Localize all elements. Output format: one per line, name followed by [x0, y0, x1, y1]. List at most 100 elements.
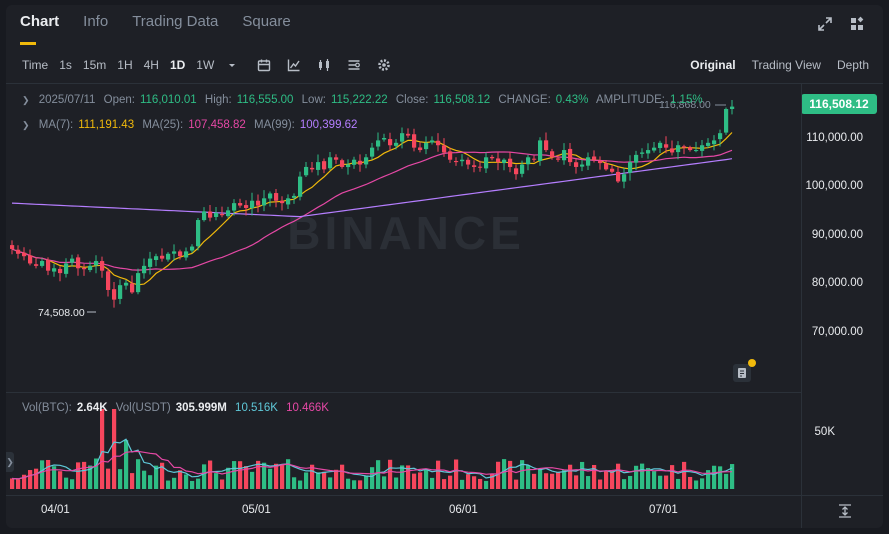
candle-body: [478, 166, 483, 168]
volume-bar: [580, 461, 585, 489]
volume-bar: [268, 468, 273, 489]
volume-bar: [652, 471, 657, 489]
candle-body: [694, 150, 699, 152]
volume-bar: [664, 475, 669, 489]
candle-body: [646, 150, 651, 154]
volume-bar: [304, 472, 309, 489]
candle-body: [94, 261, 99, 266]
volume-bar: [214, 473, 219, 489]
candle-body: [706, 142, 711, 146]
change-label: CHANGE:: [498, 94, 551, 106]
volume-bar: [700, 478, 705, 489]
candle-body: [160, 255, 165, 259]
candle-body: [502, 159, 507, 164]
candle-body: [268, 193, 273, 199]
volume-bar: [640, 463, 645, 489]
volume-bar: [82, 461, 87, 489]
candle-body: [664, 144, 669, 148]
vol-btc-value: 2.64K: [76, 402, 108, 414]
volume-bar: [196, 478, 201, 489]
high-value: 116,555.00: [236, 94, 294, 106]
volume-bar: [538, 469, 543, 489]
price-axis-label: 90,000.00: [811, 229, 863, 241]
candle-body: [232, 203, 237, 211]
volume-bar: [298, 480, 303, 489]
close-value: 116,508.12: [433, 94, 491, 106]
candle-body: [118, 285, 123, 299]
ma-collapse-chevron-icon[interactable]: ❯: [22, 120, 30, 130]
candle-body: [226, 210, 231, 217]
volume-bar: [730, 464, 735, 489]
open-value: 116,010.01: [139, 94, 197, 106]
volume-bar: [514, 479, 519, 489]
volume-bar: [16, 479, 21, 489]
candle-body: [142, 265, 147, 274]
candle-body: [418, 147, 423, 151]
candle-body: [688, 147, 693, 151]
price-axis-label: 80,000.00: [811, 277, 863, 289]
volume-bar: [172, 477, 177, 489]
volume-bar: [418, 472, 423, 489]
volume-bar: [250, 471, 255, 489]
candle-body: [130, 283, 135, 293]
volume-bar: [646, 468, 651, 489]
pane-divider: [6, 392, 801, 393]
fit-to-screen-icon[interactable]: [838, 504, 852, 518]
candle-body: [244, 205, 249, 208]
candle-body: [40, 261, 45, 266]
candle-body: [526, 157, 531, 165]
ma25-value: 107,458.82: [188, 119, 246, 131]
candle-body: [616, 171, 621, 182]
candle-body: [544, 140, 549, 151]
ma-info: ❯ MA(7): 111,191.43 MA(25): 107,458.82 MA(…: [22, 119, 362, 131]
candle-body: [334, 157, 339, 160]
ohlc-info: ❯ 2025/07/11 Open: 116,010.01 High: 116,55…: [22, 94, 708, 106]
volume-bar: [28, 470, 33, 489]
candle-body: [682, 146, 687, 148]
price-axis-divider: [801, 84, 802, 528]
volume-bar: [100, 409, 105, 489]
candle-body: [46, 259, 51, 271]
candle-body: [442, 145, 447, 153]
vol-ma2-value: 10.466K: [286, 402, 329, 414]
date-axis-divider: [6, 495, 883, 496]
volume-bar: [202, 464, 207, 489]
collapse-chevron-icon[interactable]: ❯: [22, 95, 30, 105]
candle-body: [628, 162, 633, 173]
volume-bar: [382, 476, 387, 489]
open-label: Open:: [103, 94, 135, 106]
volume-bar: [526, 465, 531, 489]
ohlc-date: 2025/07/11: [38, 94, 96, 106]
candle-body: [190, 246, 195, 251]
date-axis-label: 05/01: [242, 504, 271, 516]
volume-bar: [346, 478, 351, 489]
vol-ma1-value: 10.516K: [235, 402, 278, 414]
volume-bar: [442, 479, 447, 489]
candle-body: [376, 140, 381, 147]
volume-bar: [694, 480, 699, 489]
volume-bar: [76, 462, 81, 489]
candle-body: [580, 164, 585, 167]
volume-bar: [148, 475, 153, 489]
candle-body: [496, 158, 501, 163]
volume-bar: [10, 478, 15, 489]
candle-body: [514, 168, 519, 175]
candlestick-chart[interactable]: BINANCE 74,508.00 116,868.00: [6, 5, 883, 528]
volume-bar: [712, 465, 717, 489]
candle-body: [52, 268, 57, 272]
candle-body: [178, 251, 183, 257]
candle-body: [574, 162, 579, 167]
volume-bar: [484, 480, 489, 489]
volume-bar: [556, 471, 561, 489]
volume-bar: [658, 475, 663, 489]
candle-body: [70, 258, 75, 263]
candle-body: [124, 282, 129, 286]
low-label: Low:: [301, 94, 326, 106]
candle-body: [298, 176, 303, 197]
expand-pane-chevron-icon[interactable]: ❯: [6, 452, 14, 472]
candle-body: [508, 158, 513, 167]
volume-bar: [142, 470, 147, 489]
quick-action-button[interactable]: [733, 359, 756, 382]
candle-body: [538, 140, 543, 161]
candle-body: [208, 211, 213, 218]
